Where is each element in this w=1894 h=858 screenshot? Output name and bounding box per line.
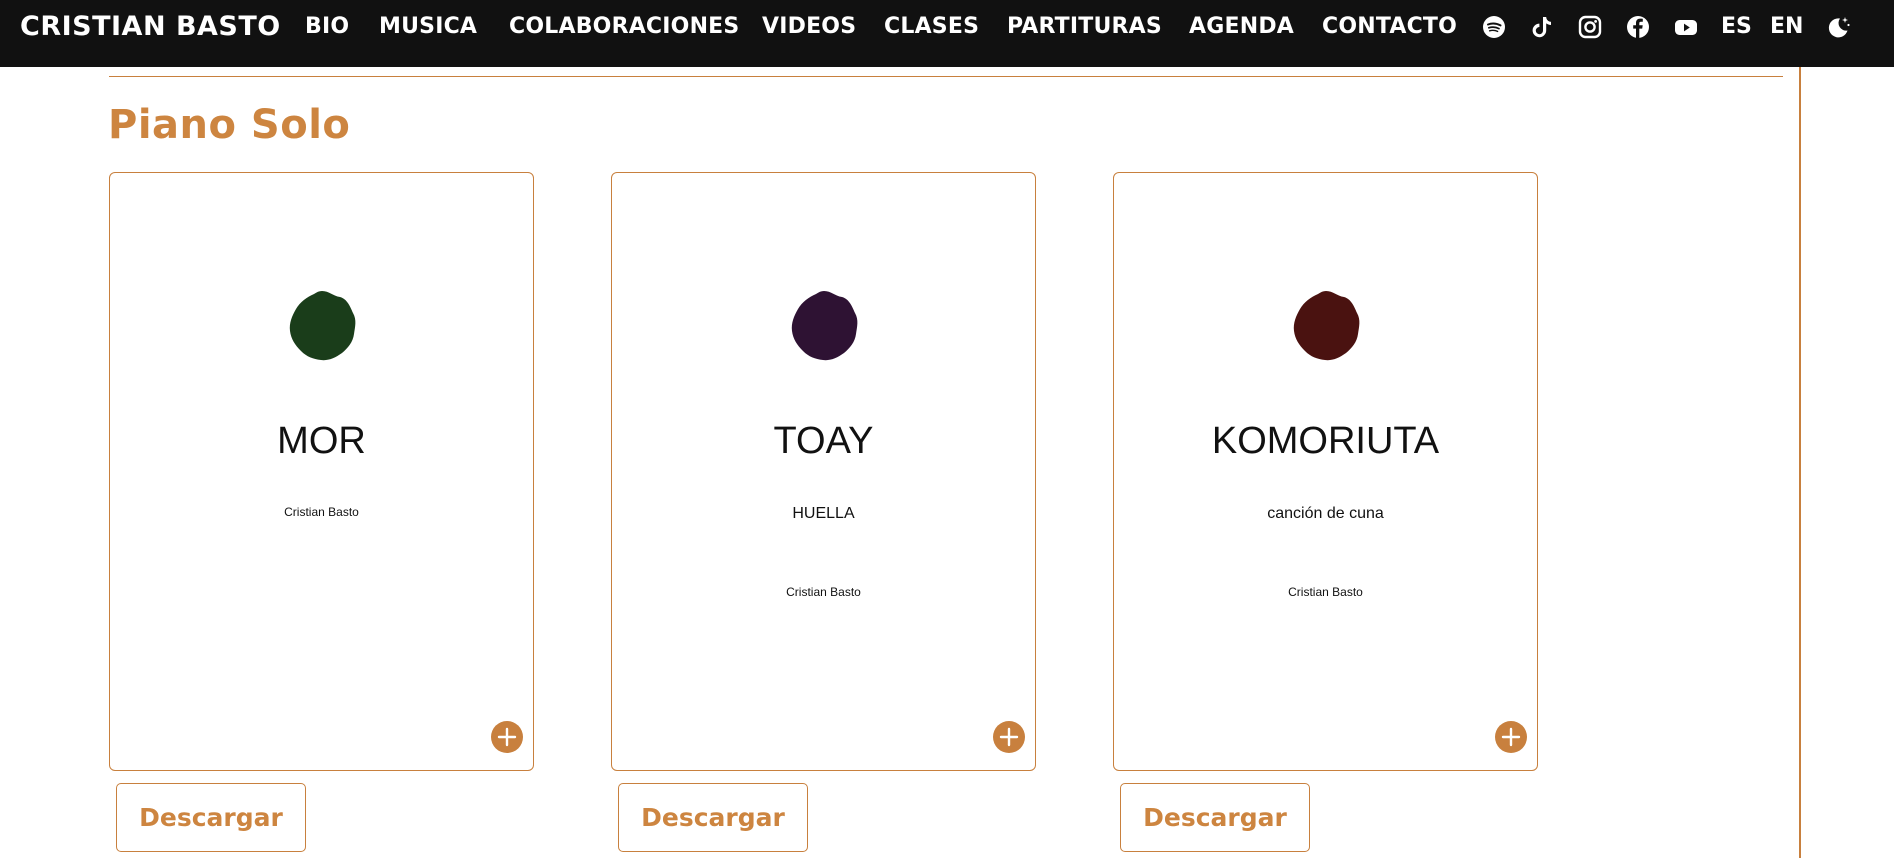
- download-button-mor[interactable]: Descargar: [116, 783, 306, 852]
- nav-link-contacto[interactable]: CONTACTO: [1322, 0, 1457, 54]
- language-es[interactable]: ES: [1721, 0, 1752, 54]
- site-brand[interactable]: CRISTIAN BASTO: [20, 0, 281, 54]
- nav-link-partituras[interactable]: PARTITURAS: [1007, 0, 1162, 54]
- card-title: TOAY: [773, 420, 874, 462]
- plus-icon: [1501, 727, 1521, 747]
- spotify-icon[interactable]: [1480, 13, 1508, 41]
- section-divider: [109, 76, 1783, 77]
- moon-stars-icon[interactable]: [1824, 13, 1852, 41]
- card-author: Cristian Basto: [284, 505, 359, 519]
- expand-button[interactable]: [491, 721, 523, 753]
- nav-link-videos[interactable]: VIDEOS: [762, 0, 856, 54]
- tiktok-icon[interactable]: [1528, 13, 1556, 41]
- score-card-mor: MOR Cristian Basto: [109, 172, 534, 771]
- card-title: KOMORIUTA: [1211, 420, 1440, 462]
- expand-button[interactable]: [1495, 721, 1527, 753]
- top-navbar: CRISTIAN BASTO BIO MUSICA COLABORACIONES…: [0, 0, 1894, 67]
- instagram-icon[interactable]: [1576, 13, 1604, 41]
- nav-link-agenda[interactable]: AGENDA: [1189, 0, 1294, 54]
- download-button-toay[interactable]: Descargar: [618, 783, 808, 852]
- youtube-icon[interactable]: [1672, 13, 1700, 41]
- language-en[interactable]: EN: [1770, 0, 1803, 54]
- ink-blot-icon: [283, 287, 361, 365]
- card-author: Cristian Basto: [1288, 585, 1363, 599]
- nav-link-bio[interactable]: BIO: [305, 0, 349, 54]
- ink-blot-icon: [1287, 287, 1365, 365]
- score-card-komoriuta: KOMORIUTA canción de cuna Cristian Basto: [1113, 172, 1538, 771]
- card-subtitle: HUELLA: [792, 505, 855, 522]
- section-title: Piano Solo: [108, 102, 351, 148]
- plus-icon: [999, 727, 1019, 747]
- card-title: MOR: [277, 420, 366, 462]
- nav-link-colaboraciones[interactable]: COLABORACIONES: [509, 0, 739, 54]
- nav-link-clases[interactable]: CLASES: [884, 0, 979, 54]
- nav-link-musica[interactable]: MUSICA: [379, 0, 477, 54]
- ink-blot-icon: [785, 287, 863, 365]
- score-card-toay: TOAY HUELLA Cristian Basto: [611, 172, 1036, 771]
- expand-button[interactable]: [993, 721, 1025, 753]
- download-button-komoriuta[interactable]: Descargar: [1120, 783, 1310, 852]
- facebook-icon[interactable]: [1624, 13, 1652, 41]
- card-author: Cristian Basto: [786, 585, 861, 599]
- card-subtitle: canción de cuna: [1267, 505, 1384, 522]
- plus-icon: [497, 727, 517, 747]
- right-border-line: [1799, 67, 1801, 858]
